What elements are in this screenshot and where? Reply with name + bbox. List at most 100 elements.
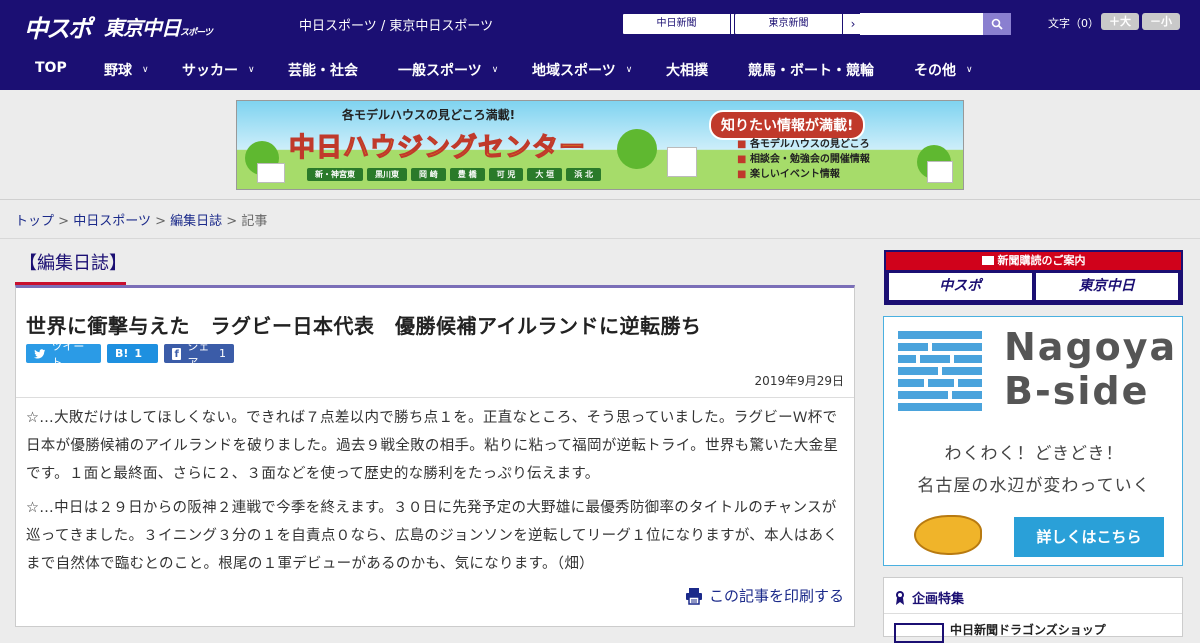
nav-soccer[interactable]: サッカー ∨ (182, 60, 255, 80)
nav-label: その他 (914, 63, 956, 79)
article: 世界に衝撃与えた ラグビー日本代表 優勝候補アイルランドに逆転勝ち ツイート B… (15, 285, 855, 627)
logo-tokyo-small: スポーツ (180, 28, 213, 38)
breadcrumb-current: 記事 (241, 214, 268, 229)
article-paragraph: ☆…大敗だけはしてほしくない。できれば７点差以内で勝ち点１を。正直なところ、そう… (26, 410, 839, 482)
nav-racing[interactable]: 競馬・ボート・競輪 (748, 60, 874, 80)
special-features-heading: 企画特集 (894, 588, 964, 607)
tweet-button[interactable]: ツイート (26, 340, 101, 369)
tempura-mascot-icon (914, 515, 982, 555)
breadcrumb-editorial-diary[interactable]: 編集日誌 (170, 214, 222, 229)
nagoya-tagline-2: 名古屋の水辺が変わっていく (917, 476, 1151, 496)
banner-title: 中日ハウジングセンター (288, 132, 587, 163)
facebook-share-button[interactable]: f シェア 1 (164, 340, 234, 369)
hatena-count: 1 (134, 347, 143, 360)
section-title: 【編集日誌】 (15, 249, 127, 285)
site-name: 中日スポーツ / 東京中日スポーツ (299, 19, 494, 34)
banner-city: 大 垣 (527, 168, 563, 181)
tweet-label: ツイート (51, 339, 85, 369)
ad-zone: 各モデルハウスの見どころ満載! 中日ハウジングセンター 新・神宮東 黒川東 岡 … (0, 90, 1200, 200)
bside-title-line: B-side (1004, 369, 1150, 413)
ribbon-icon (896, 590, 904, 605)
print-article-link[interactable]: この記事を印刷する (685, 585, 844, 606)
chevron-down-icon: ∨ (966, 65, 973, 75)
nagoya-bside-title: Nagoya B-side (1004, 325, 1177, 413)
print-label: この記事を印刷する (708, 587, 844, 605)
nav-label: 芸能・社会 (288, 63, 358, 79)
banner-city: 黒川東 (367, 168, 407, 181)
logo-tokyo-chunichi[interactable]: 東京中日スポーツ (104, 12, 213, 41)
main-nav: TOP 野球 ∨ サッカー ∨ 芸能・社会 一般スポーツ ∨ 地域スポーツ ∨ 大相撲 … (0, 48, 1200, 90)
housing-center-banner[interactable]: 各モデルハウスの見どころ満載! 中日ハウジングセンター 新・神宮東 黒川東 岡 … (236, 100, 964, 190)
nagoya-details-button[interactable]: 詳しくはこちら (1014, 517, 1164, 557)
divider (16, 397, 854, 398)
house-illustration (257, 163, 285, 183)
nav-top[interactable]: TOP (35, 60, 67, 76)
hatena-bookmark-button[interactable]: B! 1 (107, 344, 158, 363)
newspaper-icon (981, 256, 994, 265)
site-logo[interactable]: 中スポ 東京中日スポーツ (24, 9, 213, 44)
facebook-count: 1 (219, 347, 226, 360)
chevron-down-icon: ∨ (491, 65, 499, 75)
nav-general-sports[interactable]: 一般スポーツ ∨ (398, 60, 498, 80)
breadcrumb-chunichi-sports[interactable]: 中日スポーツ (73, 214, 151, 229)
chunichi-shimbun-label: 中日新聞 (623, 14, 731, 34)
dragons-shop-thumbnail[interactable] (894, 623, 944, 643)
nav-other[interactable]: その他 ∨ (914, 60, 973, 80)
chevron-down-icon: ∨ (142, 65, 149, 75)
search-button[interactable] (983, 13, 1011, 35)
house-illustration (667, 147, 697, 177)
font-smaller-button[interactable]: －小 (1142, 13, 1180, 30)
nav-label: 一般スポーツ (398, 63, 482, 79)
banner-point: 各モデルハウスの見どころ (737, 137, 870, 152)
banner-city: 岡 崎 (411, 168, 446, 181)
tokyo-shimbun-link[interactable]: 東京新聞 › (734, 13, 864, 35)
tree-illustration (617, 129, 657, 169)
nav-entertainment[interactable]: 芸能・社会 (288, 60, 358, 80)
banner-point: 相談会・勉強会の開催情報 (737, 152, 870, 167)
nagoya-title-line: Nagoya (1004, 325, 1178, 369)
nagoya-bside-ad[interactable]: Nagoya B-side わくわく！どきどき！ 名古屋の水辺が変わっていく 詳… (883, 316, 1183, 566)
breadcrumb-separator: > (58, 214, 70, 229)
search-input[interactable] (860, 13, 983, 35)
breadcrumb: トップ > 中日スポーツ > 編集日誌 > 記事 (15, 210, 267, 229)
breadcrumb-separator: > (155, 214, 166, 229)
breadcrumb-top[interactable]: トップ (15, 214, 54, 229)
chevron-down-icon: ∨ (248, 65, 255, 75)
brick-wall-icon (898, 331, 984, 413)
top-header: 中スポ 東京中日スポーツ 中日スポーツ / 東京中日スポーツ 中日新聞 › 東京… (0, 0, 1200, 48)
facebook-icon: f (172, 347, 182, 360)
font-size-label: 文字（0） (1048, 17, 1099, 30)
subscribe-tokyo-chunichi-link[interactable]: 東京中日 (1035, 273, 1178, 300)
logo-chuspo[interactable]: 中スポ (24, 9, 92, 44)
banner-point: 楽しいイベント情報 (737, 167, 870, 182)
tokyo-shimbun-label: 東京新聞 (735, 14, 843, 34)
nav-label: 競馬・ボート・競輪 (748, 63, 874, 79)
article-headline: 世界に衝撃与えた ラグビー日本代表 優勝候補アイルランドに逆転勝ち (26, 314, 702, 338)
special-features-label: 企画特集 (912, 592, 965, 607)
article-date: 2019年9月29日 (754, 374, 844, 388)
chunichi-shimbun-link[interactable]: 中日新聞 › (622, 13, 752, 35)
nav-sumo[interactable]: 大相撲 (666, 60, 708, 80)
nav-label: 野球 (104, 63, 132, 79)
subscription-box: 新聞購読のご案内 中スポ 東京中日 (884, 250, 1183, 305)
banner-points: 各モデルハウスの見どころ 相談会・勉強会の開催情報 楽しいイベント情報 (737, 137, 870, 182)
font-bigger-button[interactable]: ＋大 (1101, 13, 1139, 30)
twitter-icon (34, 348, 46, 359)
logo-tokyo-main: 東京中日 (104, 16, 181, 40)
banner-city: 豊 橋 (449, 168, 485, 181)
breadcrumb-separator: > (226, 214, 238, 229)
subscribe-chuspo-link[interactable]: 中スポ (889, 273, 1032, 300)
special-features-box: 企画特集 中日新聞ドラゴンズショップ (883, 577, 1183, 643)
nav-local-sports[interactable]: 地域スポーツ ∨ (532, 60, 632, 80)
hatena-icon: B! (115, 347, 129, 360)
nav-baseball[interactable]: 野球 ∨ (104, 60, 149, 80)
banner-city: 浜 北 (566, 168, 601, 181)
nav-label: 地域スポーツ (532, 63, 616, 79)
chevron-down-icon: ∨ (625, 65, 633, 75)
subscription-logos: 中スポ 東京中日 (886, 270, 1181, 303)
nav-label: サッカー (182, 63, 238, 79)
printer-icon (685, 587, 702, 605)
divider (884, 613, 1182, 614)
search-icon (991, 18, 1003, 30)
banner-top-text: 各モデルハウスの見どころ満載! (342, 108, 516, 122)
